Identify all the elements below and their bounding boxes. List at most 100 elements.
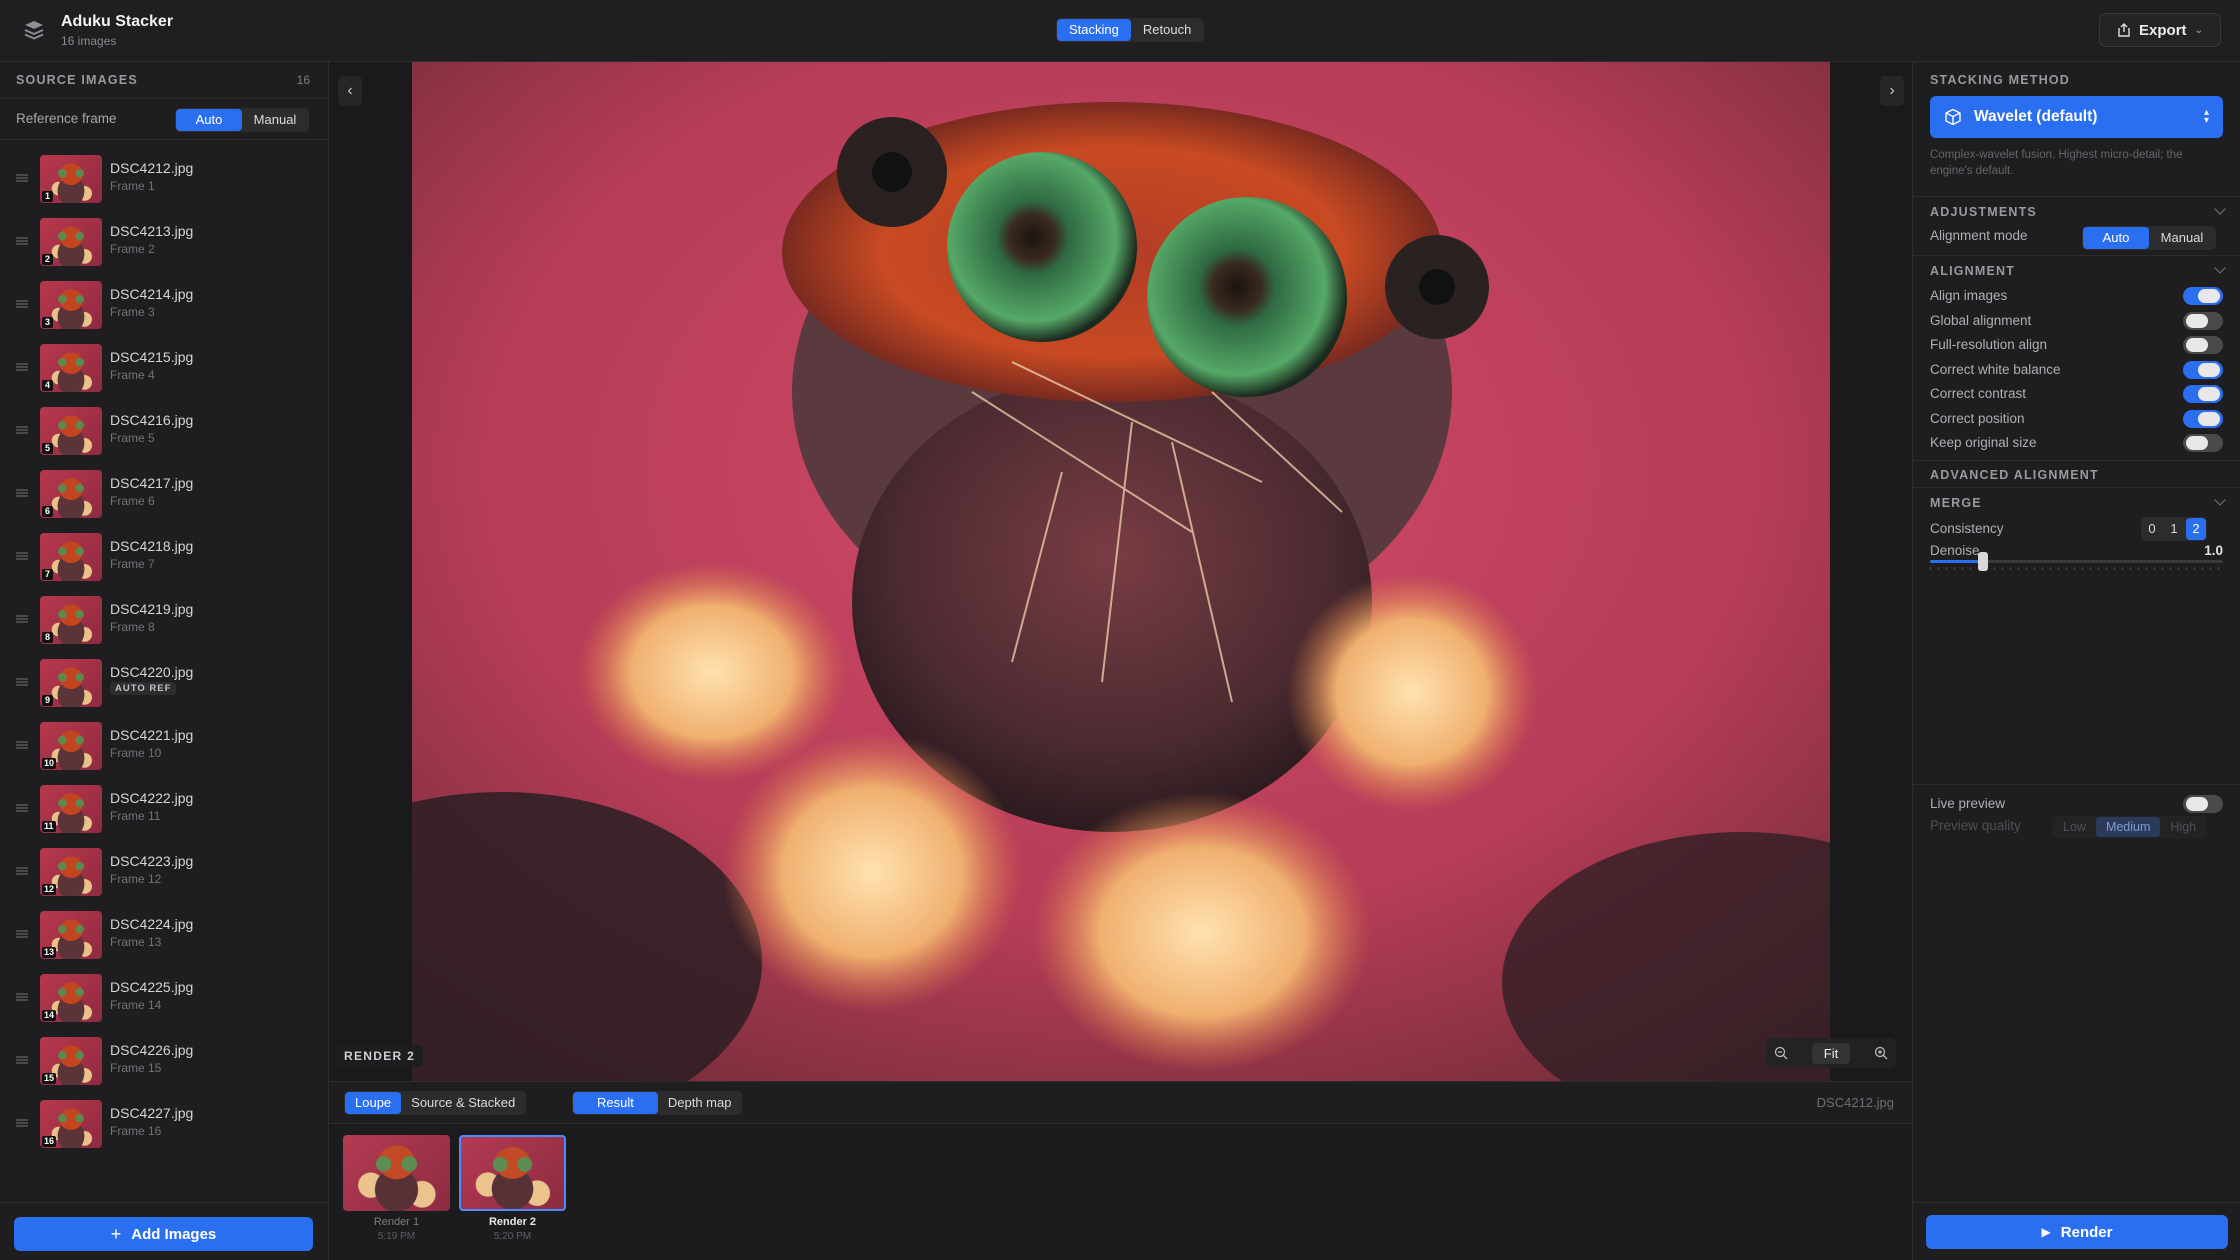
tab-loupe[interactable]: Loupe [345, 1092, 402, 1114]
list-item[interactable]: 3 DSC4214.jpg Frame 3 [0, 274, 329, 337]
top-bar: Aduku Stacker 16 images Stacking Retouch… [0, 0, 2240, 62]
tab-source-and-stacked[interactable]: Source & Stacked [401, 1092, 525, 1114]
zoom-fit-button[interactable]: Fit [1811, 1042, 1851, 1064]
list-item[interactable]: 16 DSC4227.jpg Frame 16 [0, 1093, 329, 1156]
alignment-mode-auto[interactable]: Auto [2083, 227, 2149, 249]
alignment-mode-manual[interactable]: Manual [2149, 227, 2215, 249]
reference-frame-row: Reference frame Auto Manual [0, 98, 329, 140]
list-item[interactable]: 4 DSC4215.jpg Frame 4 [0, 337, 329, 400]
drag-handle-icon[interactable] [16, 363, 28, 371]
preview-quality-selector: Low Medium High [2052, 816, 2208, 838]
keep-original-size-toggle[interactable] [2183, 434, 2223, 452]
chevron-down-icon[interactable] [2214, 203, 2226, 215]
correct-contrast-toggle[interactable] [2183, 385, 2223, 403]
tab-result[interactable]: Result [573, 1092, 658, 1114]
preview-quality-high[interactable]: High [2160, 817, 2206, 837]
correct-position-label: Correct position [1930, 411, 2025, 426]
next-arrow-icon[interactable]: › [1880, 76, 1904, 106]
zoom-in-icon[interactable] [1874, 1046, 1888, 1060]
reference-manual[interactable]: Manual [242, 109, 308, 131]
list-item[interactable]: 2 DSC4213.jpg Frame 2 [0, 211, 329, 274]
tab-depth-map[interactable]: Depth map [658, 1092, 742, 1114]
file-name: DSC4216.jpg [110, 412, 194, 428]
frame-number: 13 [42, 947, 57, 958]
drag-handle-icon[interactable] [16, 426, 28, 434]
zoom-control: Fit [1766, 1038, 1896, 1068]
file-name: DSC4221.jpg [110, 727, 194, 743]
list-item[interactable]: 1 DSC4212.jpg Frame 1 [0, 148, 329, 211]
live-preview-toggle[interactable] [2183, 795, 2223, 813]
chevron-down-icon[interactable] [2214, 262, 2226, 274]
global-alignment-toggle[interactable] [2183, 312, 2223, 330]
source-panel-footer: + Add Images [0, 1202, 329, 1260]
list-item[interactable]: 15 DSC4226.jpg Frame 15 [0, 1030, 329, 1093]
drag-handle-icon[interactable] [16, 489, 28, 497]
render-label: Render [2060, 1223, 2113, 1241]
source-image-list: 1 DSC4212.jpg Frame 1 2 DSC4213.jpg Frame 2 … [0, 148, 329, 1156]
drag-handle-icon[interactable] [16, 1056, 28, 1064]
render-button[interactable]: ▶ Render [1926, 1215, 2228, 1249]
stacking-method-title: STACKING METHOD [1930, 73, 2070, 87]
list-item[interactable]: 10 DSC4221.jpg Frame 10 [0, 715, 329, 778]
zoom-out-icon[interactable] [1774, 1046, 1788, 1060]
drag-handle-icon[interactable] [16, 237, 28, 245]
chevron-down-icon[interactable] [2214, 494, 2226, 506]
file-name: DSC4212.jpg [110, 160, 194, 176]
frame-label: Frame 12 [110, 872, 162, 886]
drag-handle-icon[interactable] [16, 930, 28, 938]
settings-footer: ▶ Render [1913, 1202, 2240, 1260]
frame-number: 5 [42, 443, 53, 454]
list-item[interactable]: 8 DSC4219.jpg Frame 8 [0, 589, 329, 652]
list-item[interactable]: 11 DSC4222.jpg Frame 11 [0, 778, 329, 841]
export-button[interactable]: Export ⌄ [2099, 13, 2221, 47]
render-thumbnail-selected[interactable] [459, 1135, 566, 1211]
drag-handle-icon[interactable] [16, 615, 28, 623]
frame-label: Frame 14 [110, 998, 162, 1012]
frame-label: Frame 7 [110, 557, 155, 571]
current-file-name: DSC4212.jpg [1816, 1095, 1894, 1110]
consistency-selector: 0 1 2 [2141, 517, 2207, 541]
drag-handle-icon[interactable] [16, 1119, 28, 1127]
full-resolution-align-toggle[interactable] [2183, 336, 2223, 354]
image-viewer: ‹ › RENDER 2 Fit [330, 62, 1912, 1081]
tab-stacking[interactable]: Stacking [1057, 19, 1131, 41]
slider-knob[interactable] [1977, 552, 1988, 571]
render-label: Render 1 [373, 1216, 420, 1228]
denoise-slider[interactable] [1930, 552, 2223, 572]
align-images-toggle[interactable] [2183, 287, 2223, 305]
global-alignment-label: Global alignment [1930, 313, 2032, 328]
tab-retouch[interactable]: Retouch [1131, 19, 1203, 41]
advanced-alignment-title[interactable]: ADVANCED ALIGNMENT [1930, 468, 2099, 482]
list-item[interactable]: 12 DSC4223.jpg Frame 12 [0, 841, 329, 904]
drag-handle-icon[interactable] [16, 552, 28, 560]
list-item[interactable]: 9 DSC4220.jpg AUTO REF [0, 652, 329, 715]
stacked-result-image[interactable] [412, 62, 1830, 1081]
consistency-0[interactable]: 0 [2142, 518, 2162, 540]
drag-handle-icon[interactable] [16, 300, 28, 308]
reference-auto[interactable]: Auto [176, 109, 242, 131]
previous-arrow-icon[interactable]: ‹ [338, 76, 362, 106]
list-item[interactable]: 7 DSC4218.jpg Frame 7 [0, 526, 329, 589]
stacking-method-select[interactable]: Wavelet (default) ▴ ▾ [1930, 96, 2223, 138]
drag-handle-icon[interactable] [16, 993, 28, 1001]
drag-handle-icon[interactable] [16, 174, 28, 182]
drag-handle-icon[interactable] [16, 741, 28, 749]
frame-label: Frame 16 [110, 1124, 162, 1138]
list-item[interactable]: 5 DSC4216.jpg Frame 5 [0, 400, 329, 463]
file-name: DSC4222.jpg [110, 790, 194, 806]
slider-fill [1930, 560, 1983, 563]
render-thumbnail[interactable] [343, 1135, 450, 1211]
list-item[interactable]: 6 DSC4217.jpg Frame 6 [0, 463, 329, 526]
list-item[interactable]: 14 DSC4225.jpg Frame 14 [0, 967, 329, 1030]
preview-quality-medium[interactable]: Medium [2095, 817, 2161, 837]
correct-white-balance-toggle[interactable] [2183, 361, 2223, 379]
add-images-button[interactable]: + Add Images [14, 1217, 313, 1251]
consistency-2[interactable]: 2 [2186, 518, 2206, 540]
list-item[interactable]: 13 DSC4224.jpg Frame 13 [0, 904, 329, 967]
drag-handle-icon[interactable] [16, 867, 28, 875]
preview-quality-low[interactable]: Low [2053, 817, 2096, 837]
drag-handle-icon[interactable] [16, 678, 28, 686]
correct-position-toggle[interactable] [2183, 410, 2223, 428]
drag-handle-icon[interactable] [16, 804, 28, 812]
consistency-1[interactable]: 1 [2164, 518, 2184, 540]
